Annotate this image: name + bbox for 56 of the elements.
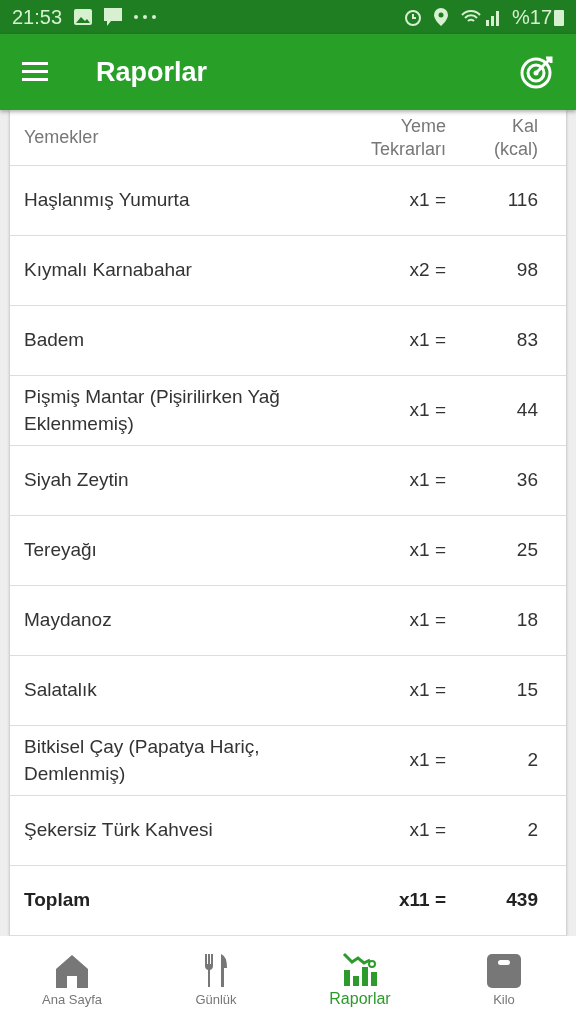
calorie-value: 18 (515, 608, 538, 633)
food-name: Salatalık (24, 678, 98, 703)
food-name: Şekersiz Türk Kahvesi (24, 818, 214, 843)
image-icon (74, 9, 93, 25)
eat-count: x1 = (408, 328, 446, 353)
home-icon (54, 953, 90, 988)
calorie-value: 98 (515, 258, 538, 283)
calorie-value: 25 (515, 538, 538, 563)
status-time: 21:53 (12, 5, 63, 29)
column-header: Kal (kcal) (493, 115, 538, 160)
target-icon[interactable] (520, 55, 554, 89)
column-header: Yeme Tekrarları (370, 115, 446, 160)
food-name: Pişmiş Mantar (Pişirilirken Yağ Eklenmemiş) (24, 384, 281, 436)
chart-icon (342, 952, 378, 986)
nav-tab[interactable]: Ana Sayfa (0, 936, 144, 1024)
total-label: Toplam (24, 888, 92, 913)
calorie-value: 2 (526, 748, 538, 773)
food-name: Bitkisel Çay (Papatya Hariç, Demlenmiş) (24, 734, 261, 786)
total-calories: 439 (505, 888, 538, 913)
menu-icon[interactable] (22, 62, 48, 82)
signal-icon (459, 8, 500, 26)
eat-count: x1 = (408, 398, 446, 423)
nav-tab[interactable]: Günlük (144, 936, 288, 1024)
page-title: Raporlar (96, 56, 209, 88)
battery-percent: %17 (511, 5, 552, 29)
more-icon (134, 15, 157, 19)
scale-icon (487, 953, 521, 988)
calorie-value: 2 (526, 818, 538, 843)
nav-tab[interactable]: Kilo (432, 936, 576, 1024)
eat-count: x1 = (408, 608, 446, 633)
nav-tab[interactable]: Raporlar (288, 936, 432, 1024)
food-name: Kıymalı Karnabahar (24, 258, 193, 283)
calorie-value: 15 (515, 678, 538, 703)
battery-icon (554, 8, 564, 26)
food-name: Tereyağı (24, 538, 98, 563)
total-count: x11 = (397, 888, 446, 913)
eat-count: x1 = (408, 188, 446, 213)
fork-knife-icon (204, 953, 228, 988)
eat-count: x1 = (408, 818, 446, 843)
food-name: Badem (24, 328, 86, 353)
food-name: Maydanoz (24, 608, 113, 633)
calorie-value: 44 (515, 398, 538, 423)
calorie-value: 83 (515, 328, 538, 353)
food-name: Haşlanmış Yumurta (24, 188, 191, 213)
eat-count: x1 = (408, 468, 446, 493)
eat-count: x2 = (408, 258, 446, 283)
calorie-value: 36 (515, 468, 538, 493)
alarm-icon (403, 8, 422, 26)
message-icon (104, 8, 123, 26)
column-header: Yemekler (24, 126, 100, 149)
eat-count: x1 = (408, 748, 446, 773)
eat-count: x1 = (408, 538, 446, 563)
location-icon (433, 8, 448, 26)
food-name: Siyah Zeytin (24, 468, 130, 493)
eat-count: x1 = (408, 678, 446, 703)
calorie-value: 116 (506, 188, 538, 213)
